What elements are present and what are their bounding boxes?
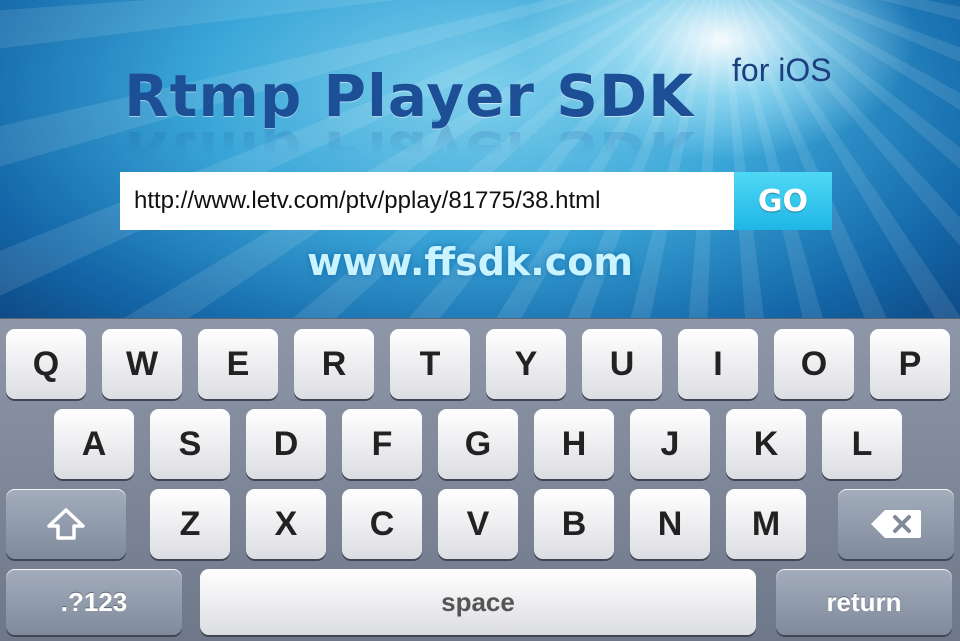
key-c[interactable]: C [342, 489, 422, 559]
key-e[interactable]: E [198, 329, 278, 399]
key-l[interactable]: L [822, 409, 902, 479]
key-b[interactable]: B [534, 489, 614, 559]
backspace-icon [869, 508, 923, 540]
key-i[interactable]: I [678, 329, 758, 399]
key-j[interactable]: J [630, 409, 710, 479]
url-input[interactable] [120, 172, 734, 230]
key-k[interactable]: K [726, 409, 806, 479]
key-s[interactable]: S [150, 409, 230, 479]
shift-arrow-icon [46, 507, 86, 541]
key-z[interactable]: Z [150, 489, 230, 559]
return-key[interactable]: return [776, 569, 952, 635]
app-header-area: Rtmp Player SDK Rtmp Player SDK for iOS … [0, 0, 960, 318]
backspace-key[interactable] [838, 489, 954, 559]
key-o[interactable]: O [774, 329, 854, 399]
website-link: www.ffsdk.com [307, 240, 633, 284]
key-r[interactable]: R [294, 329, 374, 399]
shift-key[interactable] [6, 489, 126, 559]
on-screen-keyboard: Q W E R T Y U I O P A S D F G H J K L Z … [0, 318, 960, 641]
key-a[interactable]: A [54, 409, 134, 479]
numbers-key[interactable]: .?123 [6, 569, 182, 635]
key-h[interactable]: H [534, 409, 614, 479]
go-button[interactable]: GO [734, 172, 832, 230]
key-x[interactable]: X [246, 489, 326, 559]
key-t[interactable]: T [390, 329, 470, 399]
key-v[interactable]: V [438, 489, 518, 559]
app-subtitle: for iOS [732, 52, 832, 88]
key-y[interactable]: Y [486, 329, 566, 399]
key-w[interactable]: W [102, 329, 182, 399]
key-q[interactable]: Q [6, 329, 86, 399]
key-p[interactable]: P [870, 329, 950, 399]
key-n[interactable]: N [630, 489, 710, 559]
key-f[interactable]: F [342, 409, 422, 479]
key-u[interactable]: U [582, 329, 662, 399]
key-m[interactable]: M [726, 489, 806, 559]
key-d[interactable]: D [246, 409, 326, 479]
key-g[interactable]: G [438, 409, 518, 479]
space-key[interactable]: space [200, 569, 756, 635]
